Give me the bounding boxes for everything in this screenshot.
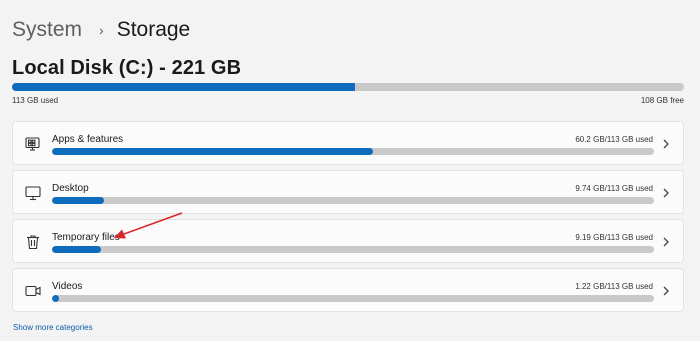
category-size: 9.19 GB/113 GB used — [575, 233, 653, 242]
category-label: Videos — [52, 281, 83, 292]
category-label: Desktop — [52, 183, 89, 194]
category-label: Apps & features — [52, 134, 124, 145]
breadcrumb-system-link[interactable]: System — [12, 18, 82, 42]
apps-features-icon — [24, 135, 42, 153]
disk-used-label: 113 GB used — [12, 96, 59, 105]
category-usage-fill — [52, 197, 104, 204]
breadcrumb: System › Storage — [12, 16, 190, 44]
video-icon — [24, 282, 42, 300]
category-apps-features[interactable]: Apps & features 60.2 GB/113 GB used — [12, 121, 684, 165]
trash-icon — [24, 233, 42, 251]
category-usage-fill — [52, 295, 59, 302]
chevron-right-icon — [661, 138, 671, 150]
chevron-right-icon — [661, 236, 671, 248]
category-label: Temporary files — [52, 232, 120, 243]
category-temporary-files[interactable]: Temporary files 9.19 GB/113 GB used — [12, 219, 684, 263]
page-title: Storage — [116, 18, 191, 41]
chevron-right-icon — [661, 285, 671, 297]
disk-free-label: 108 GB free — [640, 96, 684, 105]
category-usage-bar — [52, 148, 654, 155]
category-usage-fill — [52, 148, 373, 155]
category-videos[interactable]: Videos 1.22 GB/113 GB used — [12, 268, 684, 312]
category-usage-bar — [52, 197, 654, 204]
disk-usage-fill — [12, 83, 356, 91]
category-usage-bar — [52, 295, 654, 302]
disk-title: Local Disk (C:) - 221 GB — [12, 57, 242, 79]
category-desktop[interactable]: Desktop 9.74 GB/113 GB used — [12, 170, 684, 214]
category-size: 60.2 GB/113 GB used — [575, 135, 653, 144]
chevron-right-icon — [661, 187, 671, 199]
disk-usage-bar — [12, 83, 684, 91]
category-size: 9.74 GB/113 GB used — [575, 184, 653, 193]
category-usage-fill — [52, 246, 101, 253]
category-size: 1.22 GB/113 GB used — [575, 282, 653, 291]
category-usage-bar — [52, 246, 654, 253]
desktop-icon — [24, 184, 42, 202]
chevron-right-icon: › — [99, 22, 104, 38]
show-more-categories-link[interactable]: Show more categories — [13, 323, 93, 332]
